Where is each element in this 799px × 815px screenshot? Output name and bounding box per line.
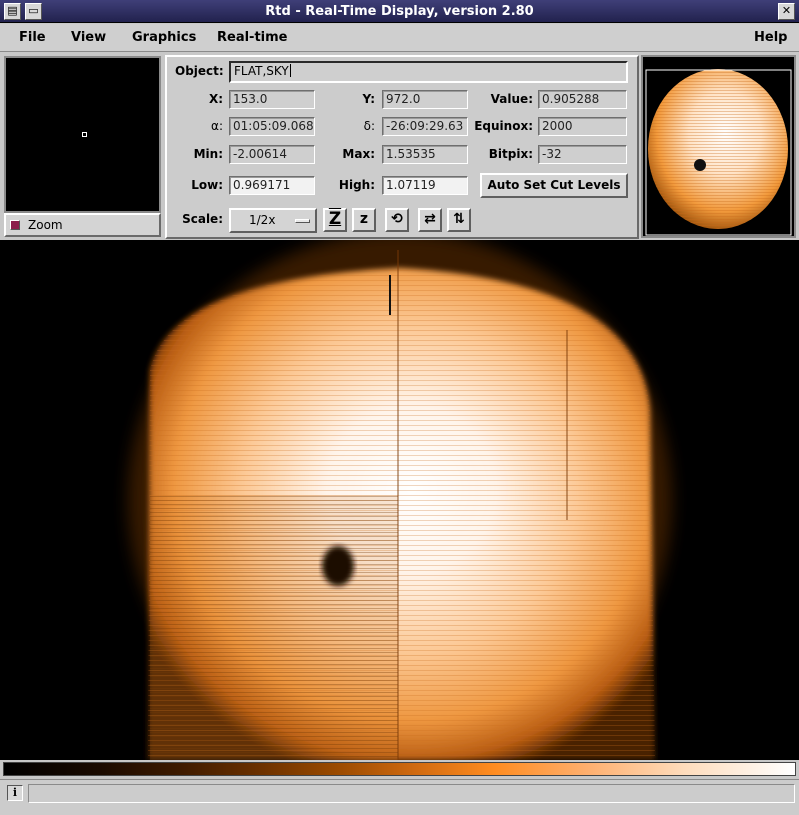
image-dark-spot: [322, 546, 354, 586]
scale-value: 1/2x: [249, 213, 276, 227]
high-cut-input[interactable]: 1.07119: [382, 176, 468, 195]
zoom-checkbox[interactable]: [10, 220, 20, 230]
menu-realtime-label: Real-time: [217, 30, 288, 45]
alpha-field: 01:05:09.068: [229, 117, 315, 136]
flip-x-glyph: ⇄: [424, 211, 436, 227]
scale-label: Scale:: [182, 212, 223, 226]
min-field: -2.00614: [229, 145, 315, 164]
delta-label: δ:: [363, 119, 375, 133]
zoom-window[interactable]: [4, 56, 161, 213]
bitpix-label: Bitpix:: [488, 147, 533, 161]
alpha-label: α:: [211, 119, 223, 133]
equinox-label: Equinox:: [474, 119, 533, 133]
info-panel: Object: FLAT,SKY X: 153.0 Y: 972.0 Value…: [165, 55, 639, 239]
menu-help-label: Help: [754, 30, 788, 45]
menubutton-indicator-icon: [295, 219, 310, 223]
panner-striations: [648, 69, 788, 229]
flip-y-glyph: ⇅: [453, 211, 465, 227]
low-label: Low:: [191, 178, 223, 192]
flat-field-image: [128, 240, 672, 760]
low-cut-input[interactable]: 0.969171: [229, 176, 315, 195]
delta-field: -26:09:29.63: [382, 117, 468, 136]
high-label: High:: [338, 178, 375, 192]
info-icon[interactable]: i: [7, 785, 23, 801]
panner-image: [645, 69, 792, 236]
text-caret: [289, 64, 291, 77]
menu-file[interactable]: File: [19, 30, 46, 45]
max-label: Max:: [342, 147, 375, 161]
value-label: Value:: [490, 92, 533, 106]
zoom-out-icon[interactable]: z: [352, 208, 376, 232]
zoom-toggle[interactable]: Zoom: [4, 213, 161, 237]
zoom-label: Zoom: [28, 218, 63, 232]
y-field: 972.0: [382, 90, 468, 109]
menu-file-label: File: [19, 30, 46, 45]
window-title-bar[interactable]: ▤ ▭ Rtd - Real-Time Display, version 2.8…: [0, 0, 799, 23]
menu-bar: File View Graphics Real-time Help: [0, 24, 799, 52]
image-canvas[interactable]: [0, 240, 799, 760]
menu-graphics[interactable]: Graphics: [132, 30, 196, 45]
rotate-glyph: ⟲: [391, 211, 403, 227]
menu-graphics-label: Graphics: [132, 30, 197, 45]
status-bar: i: [0, 779, 799, 815]
zoom-in-glyph: Z: [328, 209, 342, 229]
flip-x-icon[interactable]: ⇄: [418, 208, 442, 232]
colorbar[interactable]: [3, 762, 796, 776]
max-field: 1.53535: [382, 145, 468, 164]
window-close-icon[interactable]: ✕: [778, 3, 795, 20]
zoom-out-glyph: z: [359, 211, 369, 227]
value-field: 0.905288: [538, 90, 627, 109]
object-label: Object:: [175, 64, 224, 78]
menu-view-label: View: [71, 30, 107, 45]
menu-realtime[interactable]: Real-time: [217, 30, 287, 45]
zoom-cursor: [82, 132, 87, 137]
panner-window[interactable]: [641, 55, 796, 238]
menu-view[interactable]: View: [71, 30, 106, 45]
min-label: Min:: [193, 147, 223, 161]
bitpix-field: -32: [538, 145, 627, 164]
x-label: X:: [208, 92, 223, 106]
flip-y-icon[interactable]: ⇅: [447, 208, 471, 232]
auto-set-cut-levels-button[interactable]: Auto Set Cut Levels: [480, 173, 628, 198]
x-field: 153.0: [229, 90, 315, 109]
window-title: Rtd - Real-Time Display, version 2.80: [265, 4, 534, 19]
window-menu-icon[interactable]: ▤: [4, 3, 21, 20]
y-label: Y:: [362, 92, 375, 106]
object-field[interactable]: FLAT,SKY: [229, 61, 628, 83]
status-message: [28, 784, 795, 803]
rotate-icon[interactable]: ⟲: [385, 208, 409, 232]
equinox-field: 2000: [538, 117, 627, 136]
zoom-in-icon[interactable]: Z: [323, 208, 347, 232]
menu-help[interactable]: Help: [754, 30, 787, 45]
scale-menubutton[interactable]: 1/2x: [229, 208, 317, 233]
panner-dark-spot: [694, 159, 706, 171]
object-value: FLAT,SKY: [234, 64, 289, 78]
image-left-half-tone: [150, 495, 398, 760]
window-iconify-icon[interactable]: ▭: [25, 3, 42, 20]
